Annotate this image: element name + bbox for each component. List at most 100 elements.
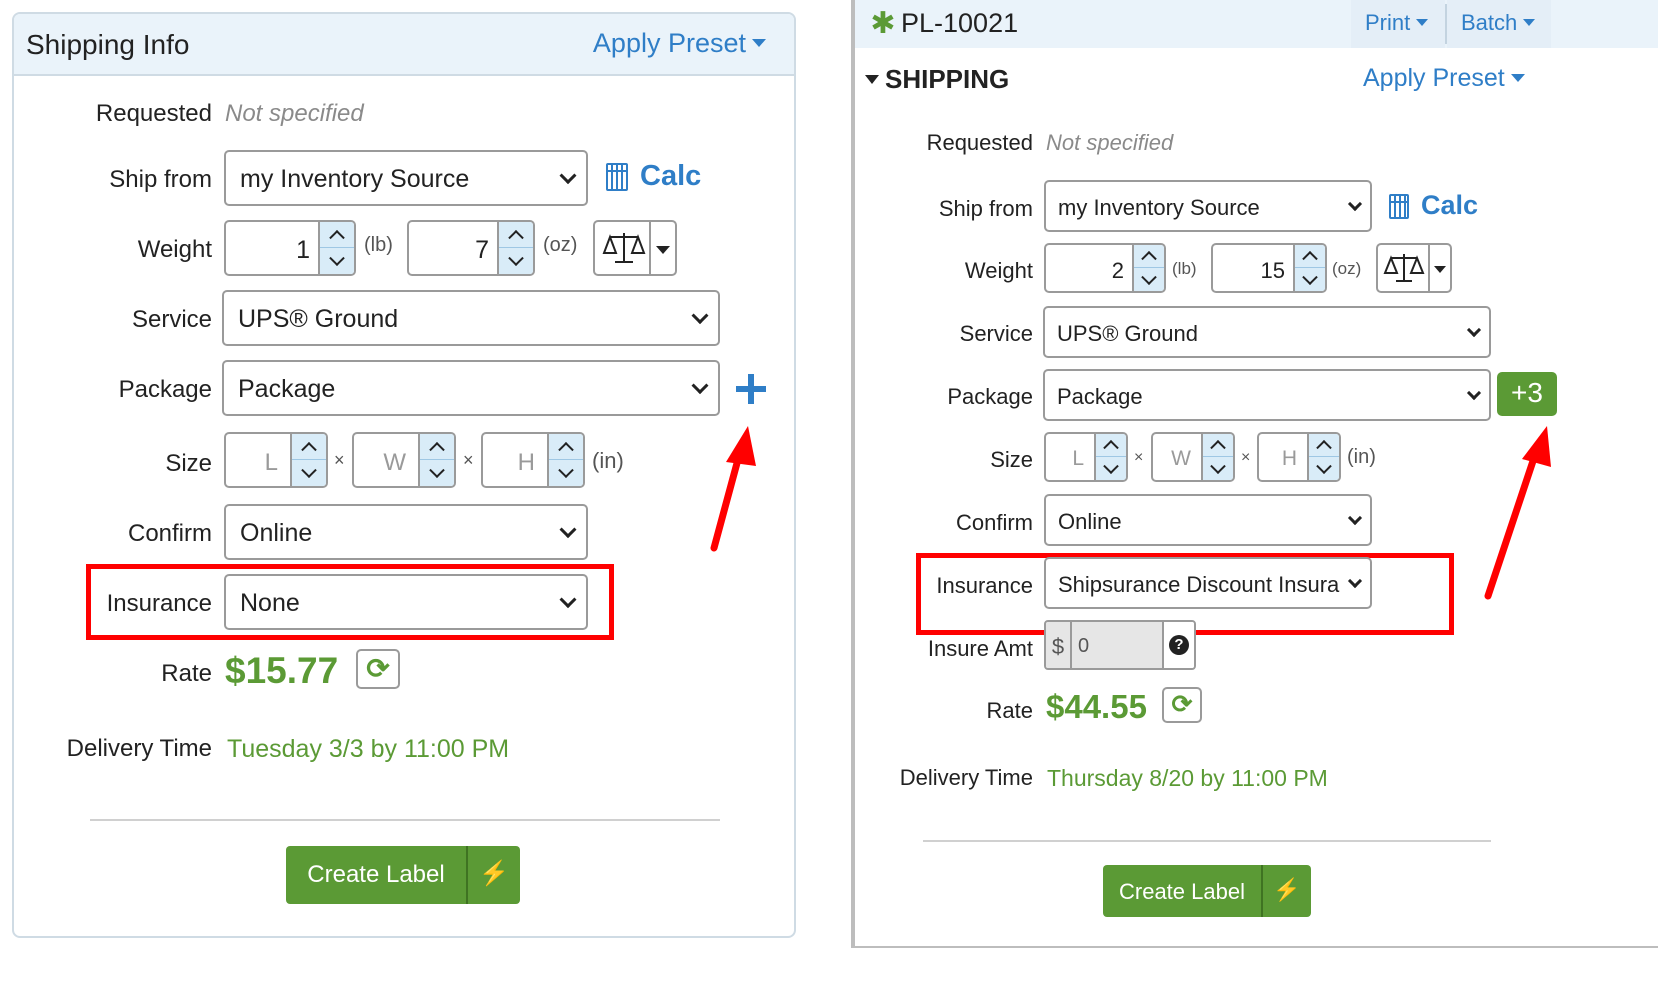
weight-lb-input[interactable]: 2 [1044,243,1166,293]
ship-from-value: my Inventory Source [240,165,470,193]
apply-preset-dropdown[interactable]: Apply Preset [1363,64,1525,93]
divider [923,840,1491,842]
size-width-input[interactable]: W [1151,432,1235,482]
lightning-bolt-icon[interactable]: ⚡ [1263,865,1311,917]
shipping-section-toggle[interactable]: SHIPPING [865,64,1009,95]
height-stepper[interactable] [1307,434,1339,480]
insure-amount-input[interactable]: $ 0 ? [1044,620,1196,670]
decrement-button[interactable] [1203,457,1233,480]
batch-dropdown[interactable]: Batch [1447,0,1551,48]
decrement-button[interactable] [1295,268,1325,291]
service-select[interactable]: UPS® Ground [1043,306,1491,358]
increment-button[interactable] [499,222,533,248]
decrement-button[interactable] [420,460,454,486]
package-select[interactable]: Package [222,360,720,416]
ship-from-select[interactable]: my Inventory Source [224,150,588,206]
size-unit: (in) [592,448,624,473]
caret-down-icon [656,246,670,254]
size-length-input[interactable]: L [1044,432,1128,482]
create-label-text: Create Label [1119,879,1245,904]
scale-dropdown-button[interactable] [593,220,677,276]
confirm-select[interactable]: Online [1044,494,1372,546]
requested-value: Not specified [1046,130,1174,155]
size-height-input[interactable]: H [481,432,585,488]
width-stepper[interactable] [418,434,454,486]
caret-down-icon [1416,19,1429,27]
create-label-button[interactable]: Create Label ⚡ [286,846,520,904]
insurance-label: Insurance [106,590,212,617]
create-label-button[interactable]: Create Label ⚡ [1103,865,1311,917]
calc-button[interactable]: Calc [606,160,701,193]
service-select[interactable]: UPS® Ground [222,290,720,346]
decrement-button[interactable] [549,460,583,486]
height-stepper[interactable] [547,434,583,486]
ship-from-label: Ship from [938,196,1033,221]
weight-oz-input[interactable]: 15 [1211,243,1327,293]
currency-symbol: $ [1046,622,1072,668]
decrement-button[interactable] [1134,268,1164,291]
ship-from-select[interactable]: my Inventory Source [1044,180,1372,232]
scale-dropdown-button[interactable] [1376,243,1452,293]
insurance-select[interactable]: Shipsurance Discount Insura [1044,557,1372,609]
gear-icon[interactable]: ✱ [869,9,897,39]
service-value: UPS® Ground [238,305,399,333]
confirm-value: Online [1058,509,1122,534]
increment-button[interactable] [1134,245,1164,268]
refresh-rate-button[interactable]: ⟳ [356,649,400,689]
print-dropdown[interactable]: Print [1351,0,1445,48]
weight-lb-input[interactable]: 1 [224,220,356,276]
decrement-button[interactable] [1309,457,1339,480]
increment-button[interactable] [292,434,326,460]
increment-button[interactable] [1309,434,1339,457]
package-value: Package [238,375,336,403]
refresh-rate-button[interactable]: ⟳ [1162,687,1202,723]
split-divider [649,222,651,274]
decrement-button[interactable] [320,248,354,274]
lightning-bolt-icon[interactable]: ⚡ [468,846,520,904]
calculator-icon [606,163,628,192]
chevron-down-icon [1347,573,1363,589]
height-placeholder: H [517,449,535,476]
insurance-help-button[interactable]: ? [1162,622,1194,668]
delivery-time-label: Delivery Time [899,765,1033,790]
weight-oz-stepper[interactable] [497,222,533,274]
caret-down-icon [865,74,879,84]
decrement-button[interactable] [1096,457,1126,480]
requested-value: Not specified [225,100,364,127]
confirm-select[interactable]: Online [224,504,588,560]
weight-oz-input[interactable]: 7 [407,220,535,276]
apply-preset-dropdown[interactable]: Apply Preset [593,28,766,59]
add-package-icon[interactable] [736,374,766,404]
size-height-input[interactable]: H [1257,432,1341,482]
chevron-down-icon [559,591,577,609]
length-stepper[interactable] [1094,434,1126,480]
size-label: Size [990,447,1033,472]
increment-button[interactable] [1096,434,1126,457]
requested-label: Requested [926,130,1033,155]
length-stepper[interactable] [290,434,326,486]
size-length-input[interactable]: L [224,432,328,488]
package-select[interactable]: Package [1043,369,1491,421]
increment-button[interactable] [549,434,583,460]
decrement-button[interactable] [499,248,533,274]
delivery-time-value: Tuesday 3/3 by 11:00 PM [227,735,510,763]
ship-from-label: Ship from [109,166,212,193]
weight-lb-stepper[interactable] [318,222,354,274]
delivery-time-value: Thursday 8/20 by 11:00 PM [1047,765,1328,791]
increment-button[interactable] [1295,245,1325,268]
increment-button[interactable] [320,222,354,248]
increment-button[interactable] [1203,434,1233,457]
width-stepper[interactable] [1201,434,1233,480]
chevron-down-icon [559,521,577,539]
weight-lb-stepper[interactable] [1132,245,1164,291]
decrement-button[interactable] [292,460,326,486]
additional-packages-button[interactable]: +3 [1497,372,1557,416]
caret-down-icon [1510,73,1525,82]
increment-button[interactable] [420,434,454,460]
size-width-input[interactable]: W [352,432,456,488]
weight-oz-stepper[interactable] [1293,245,1325,291]
insure-amount-value[interactable]: 0 [1072,622,1160,668]
insurance-select[interactable]: None [224,574,588,630]
calc-button[interactable]: Calc [1389,190,1478,221]
ship-from-value: my Inventory Source [1058,195,1260,220]
